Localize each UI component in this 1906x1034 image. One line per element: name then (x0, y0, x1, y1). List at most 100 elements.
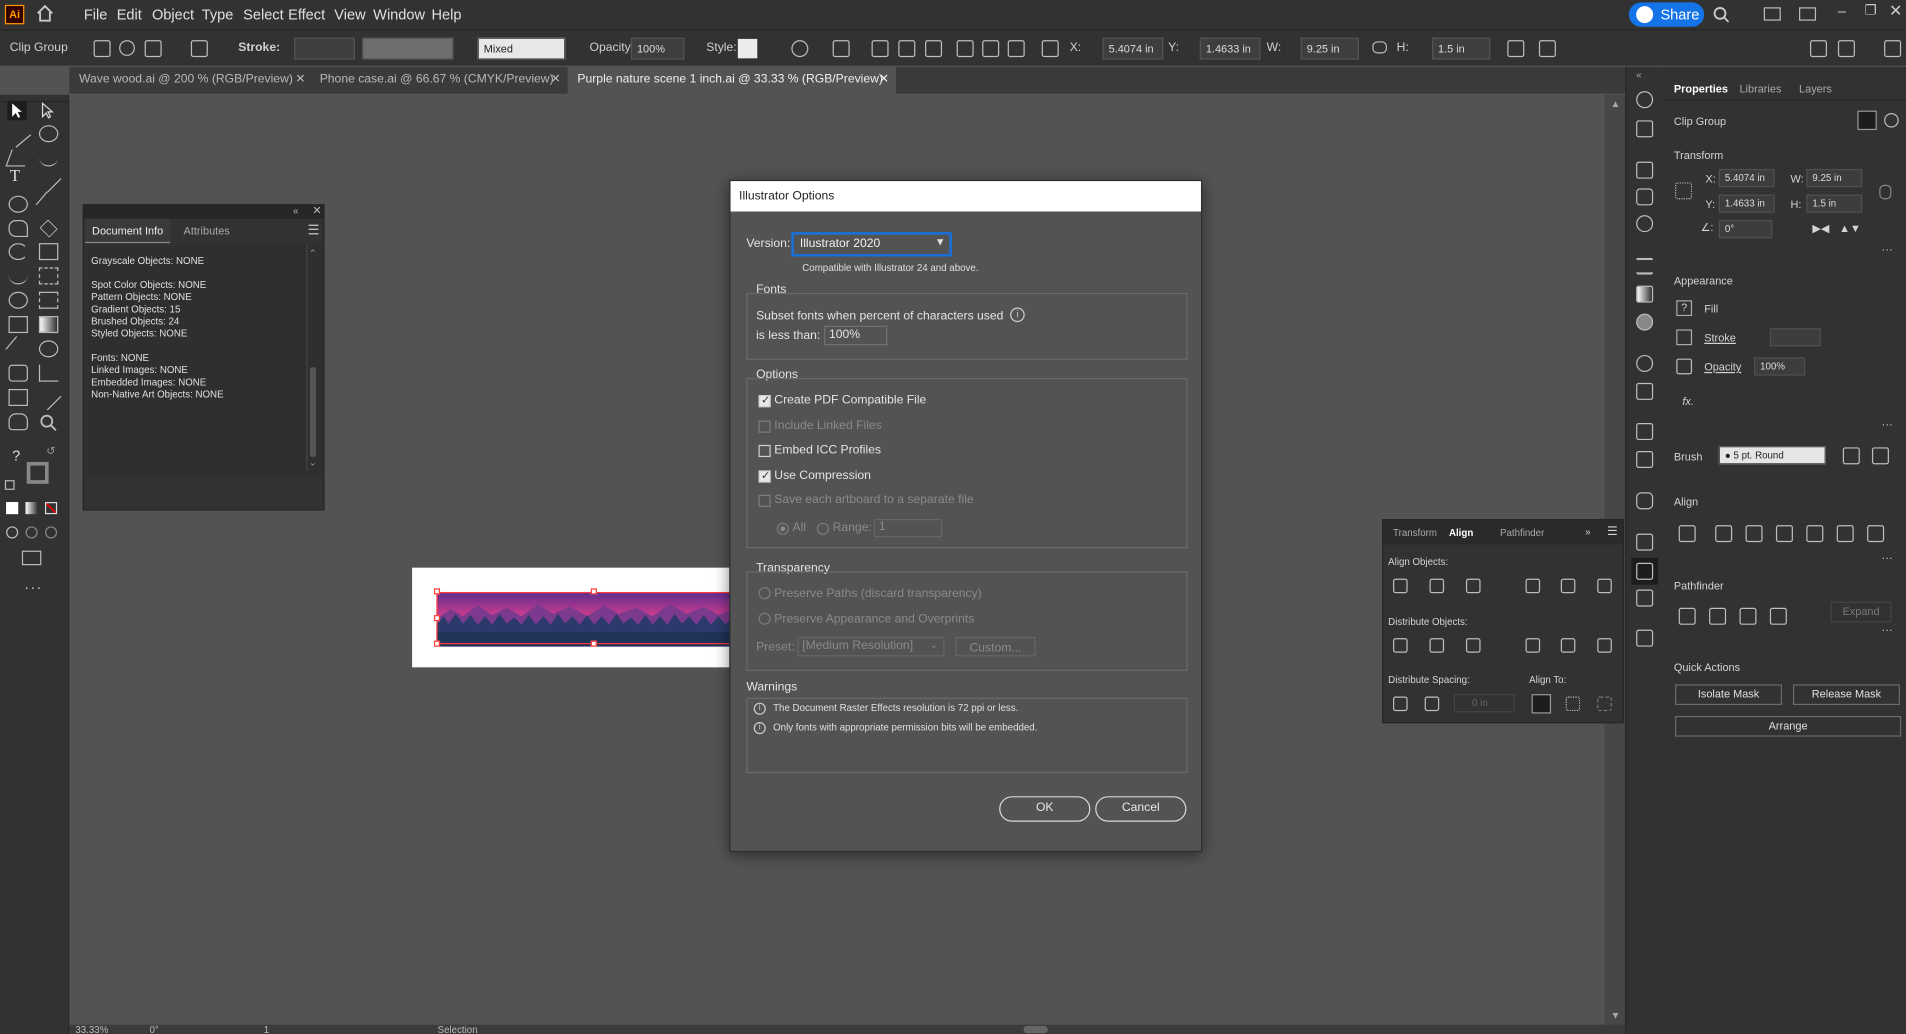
align-to-key-object-icon[interactable] (1531, 694, 1552, 714)
selection-handle[interactable] (433, 588, 441, 595)
tab-attributes[interactable]: Attributes (174, 219, 240, 243)
align-left-icon[interactable] (1715, 525, 1733, 543)
clip-group-icon[interactable] (1857, 110, 1877, 131)
menu-help[interactable]: Help (432, 6, 462, 23)
screen-mode-icon[interactable] (21, 550, 42, 566)
pen-tool-icon[interactable] (5, 149, 32, 167)
close-tab-icon[interactable]: ✕ (551, 67, 561, 94)
eyedropper-tool-icon[interactable] (5, 336, 32, 362)
radio-all-label[interactable]: All (793, 521, 807, 534)
appearance-panel-icon[interactable] (1636, 354, 1654, 372)
range-field[interactable]: 1 (873, 519, 943, 538)
eraser-tool-icon[interactable] (39, 219, 58, 238)
align-vcenter-icon[interactable] (1836, 525, 1854, 543)
arrange-button[interactable]: Arrange (1675, 715, 1902, 737)
menu-window[interactable]: Window (373, 6, 425, 23)
w-field[interactable]: 9.25 in (1300, 37, 1359, 60)
panel-menu-icon[interactable]: ☰ (1607, 525, 1618, 538)
shape-builder-tool-icon[interactable] (8, 291, 28, 309)
unite-icon[interactable] (1678, 607, 1696, 625)
align-hcenter-icon[interactable] (898, 40, 916, 58)
expand-panel-icon[interactable]: » (1585, 526, 1590, 537)
h-field[interactable]: 1.5 in (1806, 194, 1863, 213)
zoom-tool-icon[interactable] (39, 413, 58, 432)
align-top-icon[interactable] (956, 40, 974, 58)
draw-inside-icon[interactable] (44, 526, 58, 539)
subset-percent-field[interactable]: 100% (824, 325, 888, 346)
include-linked-files-checkbox[interactable] (758, 420, 771, 433)
fill-swatch[interactable]: ? (1676, 300, 1693, 317)
graphic-styles-icon[interactable] (1636, 382, 1654, 400)
align-left-icon[interactable] (1393, 578, 1408, 594)
tab-properties[interactable]: Properties (1674, 83, 1728, 95)
type-tool-icon[interactable]: T (10, 168, 20, 187)
arrange-documents-icon[interactable] (1763, 7, 1781, 21)
x-field[interactable]: 5.4074 in (1102, 37, 1164, 60)
isolate-icon[interactable] (1538, 40, 1556, 58)
cancel-button[interactable]: Cancel (1095, 796, 1187, 822)
vertical-spacing-icon[interactable] (1393, 696, 1408, 712)
curvature-tool-icon[interactable] (38, 150, 59, 167)
include-linked-files-label[interactable]: Include Linked Files (774, 419, 881, 432)
symbol-sprayer-tool-icon[interactable] (8, 364, 28, 382)
menu-edit[interactable]: Edit (117, 6, 142, 23)
draw-normal-icon[interactable] (6, 526, 19, 539)
use-compression-checkbox[interactable]: ✓ (758, 469, 771, 483)
rotation-value[interactable]: 0° (150, 1025, 159, 1034)
more-options-icon[interactable]: ··· (1882, 552, 1893, 564)
close-panel-icon[interactable]: ✕ (312, 204, 321, 217)
fx-icon[interactable]: fx. (1682, 395, 1694, 407)
align-hcenter-icon[interactable] (1745, 525, 1763, 543)
direct-selection-tool-icon[interactable] (38, 101, 57, 120)
close-window-icon[interactable]: ✕ (1889, 1, 1902, 20)
minus-front-icon[interactable] (1709, 607, 1727, 625)
align-right-icon[interactable] (1465, 578, 1481, 594)
expand-button[interactable]: Expand (1830, 601, 1892, 623)
panel-menu-icon[interactable]: ☰ (308, 222, 320, 239)
selection-handle[interactable] (433, 640, 441, 647)
distribute-top-icon[interactable] (1393, 638, 1408, 653)
close-tab-icon[interactable]: ✕ (295, 67, 305, 94)
create-pdf-checkbox[interactable]: ✓ (758, 394, 771, 408)
gradient-tool-icon[interactable] (38, 316, 59, 334)
home-icon[interactable] (36, 4, 53, 22)
isolate-mask-button[interactable]: Isolate Mask (1675, 684, 1783, 706)
workspace-icon[interactable] (1799, 7, 1817, 21)
brush-options-icon[interactable] (1871, 447, 1889, 465)
align-top-icon[interactable] (1525, 578, 1541, 594)
align-right-icon[interactable] (925, 40, 943, 58)
arrange-icon[interactable] (1809, 40, 1827, 58)
preset-dropdown[interactable]: [Medium Resolution] ⌄ (797, 636, 945, 657)
cc-libraries-icon[interactable] (1636, 120, 1654, 138)
align-hcenter-icon[interactable] (1429, 578, 1445, 594)
reference-point-grid-icon[interactable] (1041, 40, 1059, 58)
selection-tool-icon[interactable] (7, 100, 27, 121)
create-pdf-label[interactable]: Create PDF Compatible File (774, 394, 926, 407)
menu-select[interactable]: Select (243, 6, 284, 23)
preserve-paths-radio[interactable] (758, 587, 771, 600)
reference-point-icon[interactable] (1675, 182, 1693, 200)
ok-button[interactable]: OK (999, 796, 1091, 822)
tab-phone-case[interactable]: Phone case.ai @ 66.67 % (CMYK/Preview) ✕ (310, 67, 568, 94)
align-to-icon[interactable] (1678, 525, 1696, 543)
save-artboards-checkbox[interactable] (758, 494, 771, 507)
distribute-left-icon[interactable] (1525, 638, 1541, 653)
save-artboards-label[interactable]: Save each artboard to a separate file (774, 494, 973, 507)
selection-handle[interactable] (590, 640, 597, 647)
more-options-icon[interactable]: ··· (1882, 418, 1893, 430)
stroke-weight-field[interactable] (294, 37, 355, 60)
shaper-tool-icon[interactable] (8, 220, 28, 238)
stroke-panel-icon[interactable] (1636, 257, 1654, 275)
custom-button[interactable]: Custom... (955, 636, 1036, 657)
mesh-tool-icon[interactable] (8, 316, 28, 334)
menu-type[interactable]: Type (202, 6, 234, 23)
width-tool-icon[interactable] (8, 267, 28, 285)
fill-swatch-icon[interactable] (144, 40, 162, 58)
hand-tool-icon[interactable] (8, 413, 28, 431)
tab-layers[interactable]: Layers (1799, 83, 1832, 95)
graphic-style-swatch[interactable] (737, 38, 758, 59)
reference-point-icon[interactable] (119, 40, 135, 56)
edit-toolbar-icon[interactable]: ··· (24, 579, 42, 596)
layers-panel-icon[interactable] (1636, 629, 1654, 647)
angle-field[interactable]: 0° (1718, 220, 1773, 239)
